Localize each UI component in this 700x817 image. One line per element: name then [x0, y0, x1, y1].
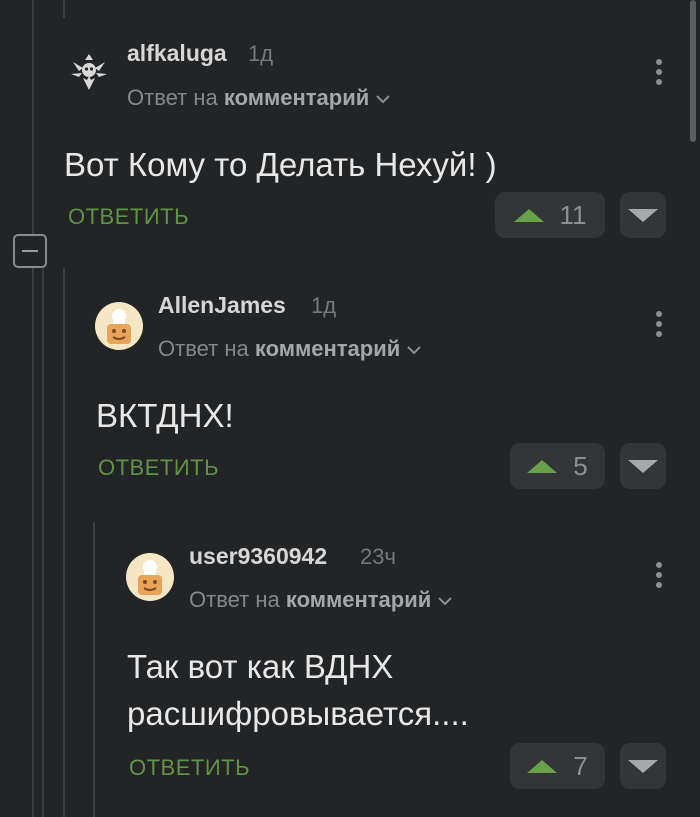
- upvote-button[interactable]: 11: [495, 192, 605, 238]
- avatar[interactable]: [95, 302, 143, 350]
- downvote-button[interactable]: [620, 743, 666, 789]
- comment-time: 1д: [248, 41, 274, 66]
- downvote-button[interactable]: [620, 192, 666, 238]
- thread-line-level-0: [32, 0, 34, 234]
- reply-to-link[interactable]: Ответ на комментарий: [189, 587, 453, 613]
- upvote-arrow-icon: [527, 759, 558, 773]
- chef-icon: [138, 560, 162, 595]
- thread-line-level-0: [32, 268, 34, 817]
- more-options-icon[interactable]: [656, 59, 662, 89]
- tribal-skull-icon: [71, 54, 107, 90]
- downvote-button[interactable]: [620, 443, 666, 489]
- username[interactable]: user9360942: [189, 543, 327, 570]
- comment-time: 23ч: [360, 544, 396, 569]
- chevron-down-icon: [376, 95, 391, 104]
- reply-button[interactable]: ОТВЕТИТЬ: [98, 455, 219, 481]
- downvote-arrow-icon: [628, 760, 658, 773]
- avatar[interactable]: [65, 50, 113, 98]
- reply-button[interactable]: ОТВЕТИТЬ: [129, 755, 250, 781]
- downvote-arrow-icon: [628, 460, 658, 473]
- rating-count: 7: [573, 750, 588, 781]
- thread-line-level-1: [63, 268, 65, 817]
- comment-text: Так вот как ВДНХ расшифровывается....: [127, 648, 469, 732]
- chef-icon: [107, 309, 131, 344]
- more-options-icon[interactable]: [656, 311, 662, 341]
- upvote-arrow-icon: [513, 208, 544, 222]
- username[interactable]: AllenJames: [158, 292, 286, 319]
- upvote-arrow-icon: [527, 459, 558, 473]
- more-options-icon[interactable]: [656, 562, 662, 592]
- avatar[interactable]: [126, 553, 174, 601]
- username[interactable]: alfkaluga: [127, 40, 227, 67]
- upvote-button[interactable]: 7: [510, 743, 605, 789]
- rating-count: 11: [559, 199, 587, 230]
- thread-line-level-2: [93, 522, 95, 817]
- collapse-thread-button[interactable]: [13, 234, 47, 268]
- rating-count: 5: [573, 450, 588, 481]
- thread-line-top: [63, 0, 65, 18]
- chevron-down-icon: [407, 346, 422, 355]
- comment-text: ВКТДНХ!: [96, 397, 234, 434]
- upvote-button[interactable]: 5: [510, 443, 605, 489]
- comment-time: 1д: [311, 293, 337, 318]
- reply-button[interactable]: ОТВЕТИТЬ: [68, 204, 189, 230]
- reply-to-link[interactable]: Ответ на комментарий: [127, 85, 391, 111]
- downvote-arrow-icon: [628, 209, 658, 222]
- scrollbar[interactable]: [690, 0, 696, 142]
- comment-text: Вот Кому то Делать Нехуй! ): [64, 146, 497, 183]
- chevron-down-icon: [438, 597, 453, 606]
- thread-line-level-0-right: [42, 268, 44, 817]
- reply-to-link[interactable]: Ответ на комментарий: [158, 336, 422, 362]
